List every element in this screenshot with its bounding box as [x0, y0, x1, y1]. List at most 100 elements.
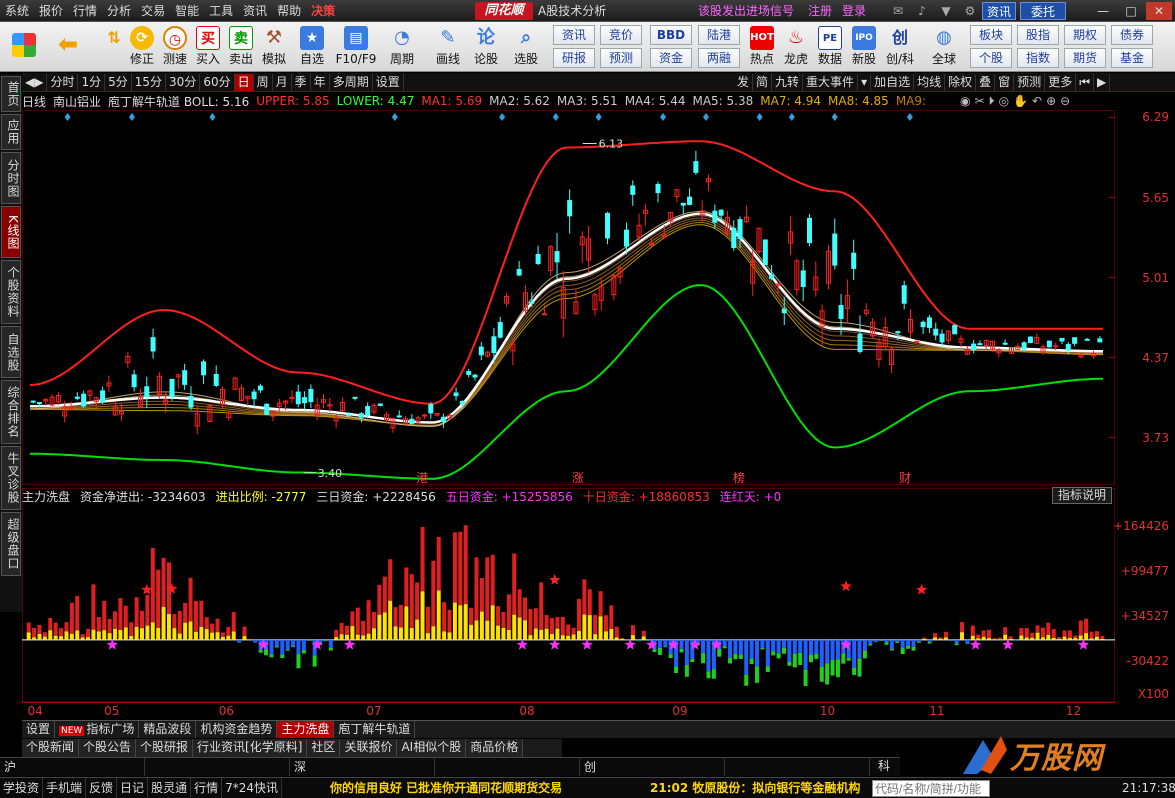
status-mobile[interactable]: 手机端: [43, 778, 87, 798]
quick-forecast-button[interactable]: 预测: [600, 48, 642, 68]
index-star[interactable]: 科: [878, 757, 890, 775]
draw-button[interactable]: ✎ 画线: [430, 24, 466, 70]
main-force-chart[interactable]: [22, 488, 1115, 702]
news-tab-industry[interactable]: 行业资讯[化学原料]: [193, 739, 308, 757]
global-button[interactable]: ◍ 全球: [926, 24, 962, 70]
quick-margin-button[interactable]: 两融: [698, 48, 740, 68]
dragon-button[interactable]: ♨ 龙虎: [778, 24, 814, 70]
f10-button[interactable]: ▤ F10/F9: [334, 24, 378, 70]
register-link[interactable]: 注册: [808, 0, 832, 22]
ind-tab-wave[interactable]: 精品波段: [139, 721, 197, 738]
ind-tab-inst-fund[interactable]: 机构资金趋势: [196, 721, 278, 738]
fix-button[interactable]: ⟳ 修正: [124, 24, 160, 70]
period-month[interactable]: 月: [273, 73, 292, 91]
discuss-button[interactable]: 论 论股: [468, 24, 504, 70]
indicator-explain-button[interactable]: 指标说明: [1052, 487, 1112, 504]
news-tab-community[interactable]: 社区: [307, 739, 341, 757]
ind-tab-track[interactable]: 庖丁解牛轨道: [334, 721, 416, 738]
candlestick-chart[interactable]: 6.13 3.40 港 涨 榜 财: [22, 110, 1115, 485]
stocks-button[interactable]: 个股: [970, 48, 1012, 68]
speed-button[interactable]: ◷ 测速: [157, 24, 193, 70]
quick-info-button[interactable]: 资讯: [553, 25, 595, 45]
buy-button[interactable]: 买 买入: [190, 24, 226, 70]
status-quotes[interactable]: 行情: [191, 778, 223, 798]
watchlist-button[interactable]: ★ 自选: [294, 24, 330, 70]
login-link[interactable]: 登录: [842, 0, 866, 22]
side-tab-ranking[interactable]: 综合排名: [1, 380, 21, 444]
nav-prev-icon[interactable]: ⏮: [1076, 74, 1095, 91]
opt-add-watch[interactable]: 加自选: [871, 74, 915, 91]
target-icon[interactable]: ◎: [999, 94, 1009, 109]
info-button[interactable]: 资讯: [982, 2, 1016, 20]
side-tab-watchlist[interactable]: 自选股: [1, 326, 21, 378]
status-feedback[interactable]: 反馈: [86, 778, 118, 798]
quick-report-button[interactable]: 研报: [553, 48, 595, 68]
scissors-icon[interactable]: ✂: [974, 94, 984, 109]
news-tab-notice[interactable]: 个股公告: [79, 739, 137, 757]
legend-stock-name[interactable]: 南山铝业: [53, 93, 101, 110]
ind-tab-main-force[interactable]: 主力洗盘: [277, 721, 335, 738]
ticker-message[interactable]: 你的信用良好 已批准你开通同花顺期货交易: [330, 778, 562, 798]
futures-button[interactable]: 期货: [1064, 48, 1106, 68]
status-diary[interactable]: 日记: [117, 778, 149, 798]
period-year[interactable]: 年: [311, 73, 330, 91]
zoom-out-icon[interactable]: ⊖: [1060, 94, 1070, 109]
sector-button[interactable]: 板块: [970, 25, 1012, 45]
index-gem[interactable]: 创: [580, 758, 725, 776]
menu-news[interactable]: 资讯: [238, 0, 272, 22]
hand-icon[interactable]: ✋: [1013, 94, 1028, 109]
status-stock-link[interactable]: 股灵通: [148, 778, 192, 798]
news-tab-commodity[interactable]: 商品价格: [466, 739, 524, 757]
eye-icon[interactable]: ◉: [960, 94, 970, 109]
opt-window[interactable]: 窗: [995, 74, 1015, 91]
menu-decision[interactable]: 决策: [306, 0, 340, 22]
period-settings[interactable]: 设置: [373, 73, 404, 91]
period-quarter[interactable]: 季: [292, 73, 311, 91]
ind-tab-square[interactable]: NEW 指标广场: [55, 721, 140, 738]
options-button[interactable]: 期权: [1064, 25, 1106, 45]
menu-system[interactable]: 系统: [0, 0, 34, 22]
sub-name[interactable]: 主力洗盘: [22, 488, 70, 504]
trust-button[interactable]: 委托: [1020, 2, 1066, 20]
maximize-icon[interactable]: □: [1118, 2, 1144, 20]
menu-help[interactable]: 帮助: [272, 0, 306, 22]
menu-trade[interactable]: 交易: [136, 0, 170, 22]
menu-tools[interactable]: 工具: [204, 0, 238, 22]
menu-analysis[interactable]: 分析: [102, 0, 136, 22]
funds-button[interactable]: 基金: [1111, 48, 1153, 68]
period-toggle-icon[interactable]: ◀▶: [22, 73, 48, 91]
period-15min[interactable]: 15分: [132, 73, 167, 91]
minimize-icon[interactable]: —: [1090, 2, 1116, 20]
news-tab-research[interactable]: 个股研报: [136, 739, 194, 757]
opt-exright[interactable]: 除权: [945, 74, 977, 91]
opt-more[interactable]: 更多: [1045, 74, 1077, 91]
index-sz[interactable]: 深: [290, 758, 435, 776]
period-day[interactable]: 日: [234, 73, 254, 91]
opt-post[interactable]: 发: [734, 74, 754, 91]
status-learn[interactable]: 学投资: [0, 778, 44, 798]
period-week[interactable]: 周: [254, 73, 273, 91]
bonds-button[interactable]: 债券: [1111, 25, 1153, 45]
select-stock-button[interactable]: ⌕ 选股: [508, 24, 544, 70]
status-flash[interactable]: 7*24快讯: [222, 778, 282, 798]
shirt-icon[interactable]: ▼: [938, 3, 954, 19]
side-tab-apps[interactable]: 应用: [1, 114, 21, 150]
opt-dropdown-icon[interactable]: ▾: [858, 74, 872, 91]
simulate-button[interactable]: ⚒ 模拟: [256, 24, 292, 70]
gem-button[interactable]: 创 创/科: [880, 24, 920, 70]
period-multi[interactable]: 多周期: [330, 73, 373, 91]
ipo-button[interactable]: IPO 新股: [846, 24, 882, 70]
opt-nine-turn[interactable]: 九转: [772, 74, 804, 91]
opt-forecast[interactable]: 预测: [1014, 74, 1046, 91]
period-button[interactable]: ◔ 周期: [384, 24, 420, 70]
close-icon[interactable]: ✕: [1146, 2, 1172, 20]
back-button[interactable]: ⬅: [50, 24, 86, 70]
opt-overlay[interactable]: 叠: [976, 74, 996, 91]
gear-icon[interactable]: ⚙: [962, 3, 978, 19]
ind-tab-settings[interactable]: 设置: [22, 721, 56, 738]
period-30min[interactable]: 30分: [166, 73, 201, 91]
side-tab-diagnosis[interactable]: 牛叉诊股: [1, 446, 21, 510]
data-button[interactable]: PE 数据: [812, 24, 848, 70]
news-tab-ai-similar[interactable]: AI相似个股: [397, 739, 467, 757]
bell-icon[interactable]: ♪: [914, 3, 930, 19]
